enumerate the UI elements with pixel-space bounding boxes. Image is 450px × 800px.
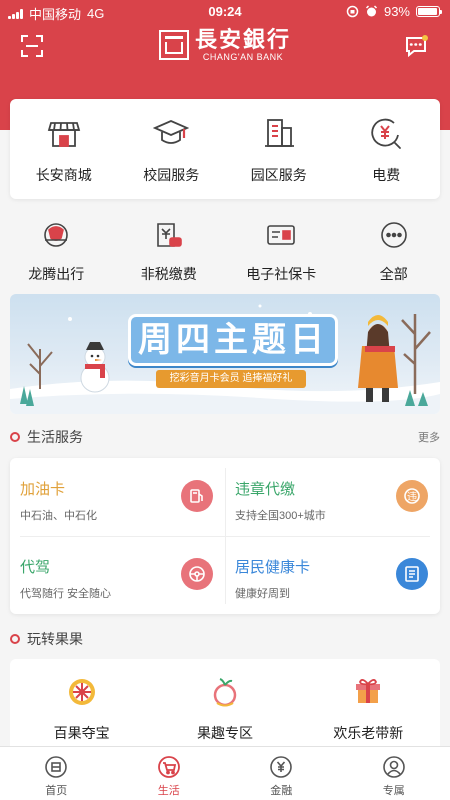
- service-tax[interactable]: 非税缴费: [113, 220, 226, 290]
- service-mall[interactable]: 长安商城: [10, 99, 118, 199]
- fruit-invite-label: 欢乐老带新: [333, 725, 404, 741]
- service-travel-label: 龙腾出行: [28, 266, 85, 282]
- fuel-card-desc: 中石油、中石化: [20, 510, 97, 522]
- tab-exclusive-label: 专属: [382, 785, 405, 797]
- tab-home-label: 首页: [45, 785, 68, 797]
- tab-life-label: 生活: [157, 785, 180, 797]
- section-dot-icon: [10, 432, 20, 442]
- fruit-zone[interactable]: 果趣专区: [153, 659, 296, 754]
- service-violation[interactable]: 违章代缴 支持全国300+城市 违: [225, 458, 440, 536]
- more-dots-icon: [380, 222, 407, 248]
- battery-percent: 93%: [383, 4, 410, 19]
- banner-subtitle: 挖彩音月卡会员 追捧福好礼: [156, 370, 306, 388]
- service-campus[interactable]: 校园服务: [118, 99, 226, 199]
- fuel-card-name: 加油卡: [20, 481, 66, 498]
- tax-payment-icon: [156, 223, 182, 247]
- service-all-label: 全部: [379, 266, 408, 282]
- prize-wheel-icon: [68, 679, 95, 705]
- service-social-security[interactable]: 电子社保卡: [225, 220, 338, 290]
- section-dot-icon: [10, 634, 20, 644]
- service-mall-label: 长安商城: [35, 167, 92, 183]
- logo-english: CHANG'AN BANK: [202, 52, 284, 62]
- service-electricity[interactable]: 电费: [333, 99, 441, 199]
- message-button[interactable]: [404, 34, 428, 58]
- life-services-header: 生活服务 更多: [10, 427, 440, 447]
- fruit-treasure-label: 百果夺宝: [53, 725, 110, 741]
- secondary-services-row: 龙腾出行 非税缴费 电子社保卡 全部: [0, 220, 450, 290]
- fruit-invite[interactable]: 欢乐老带新: [297, 659, 440, 754]
- service-park-label: 园区服务: [250, 167, 307, 183]
- bottom-tab-bar: 首页 生活 金融 专属: [0, 746, 450, 800]
- top-nav: 長安銀行 CHANG'AN BANK: [0, 26, 450, 70]
- fruit-zone-label: 果趣专区: [196, 725, 253, 741]
- fruit-icon: [213, 678, 237, 707]
- service-tax-label: 非税缴费: [140, 266, 197, 282]
- battery-icon: [416, 6, 442, 17]
- alarm-icon: [365, 5, 377, 17]
- shop-icon: [47, 122, 80, 147]
- violation-desc: 支持全国300+城市: [235, 510, 326, 522]
- building-icon: [264, 119, 294, 147]
- graduation-cap-icon: [153, 120, 190, 144]
- steering-wheel-icon: [181, 558, 213, 590]
- service-driver[interactable]: 代驾 代驾随行 安全随心: [10, 536, 225, 614]
- status-bar: 中国移动 4G 09:24 93%: [0, 0, 450, 24]
- service-social-security-label: 电子社保卡: [246, 266, 317, 282]
- fruit-treasure[interactable]: 百果夺宝: [10, 659, 153, 754]
- more-link[interactable]: 更多: [418, 429, 440, 445]
- finance-icon: [270, 756, 293, 778]
- svg-text:违: 违: [407, 491, 417, 503]
- violation-icon: 违: [396, 480, 428, 512]
- message-icon: [406, 35, 428, 58]
- service-all[interactable]: 全部: [338, 220, 450, 290]
- health-card-desc: 健康好周到: [235, 588, 290, 600]
- tab-finance-label: 金融: [270, 785, 293, 797]
- promo-banner[interactable]: 周四主题日 挖彩音月卡会员 追捧福好礼: [10, 294, 440, 414]
- life-cart-icon: [157, 756, 180, 778]
- service-electricity-label: 电费: [372, 167, 401, 183]
- violation-name: 违章代缴: [235, 481, 296, 498]
- tab-finance[interactable]: 金融: [225, 747, 338, 800]
- home-icon: [45, 756, 68, 778]
- service-health-card[interactable]: 居民健康卡 健康好周到: [225, 536, 440, 614]
- yuan-bill-icon: [371, 118, 402, 149]
- health-card-name: 居民健康卡: [235, 559, 311, 576]
- service-park[interactable]: 园区服务: [225, 99, 333, 199]
- service-fuel-card[interactable]: 加油卡 中石油、中石化: [10, 458, 225, 536]
- gift-icon: [356, 679, 381, 703]
- quick-services-card: 长安商城 校园服务 园区服务 电费: [10, 99, 440, 199]
- travel-icon: [44, 223, 69, 247]
- logo-mark-icon: [158, 30, 189, 60]
- life-services-title: 生活服务: [27, 429, 83, 445]
- logo-chinese: 長安銀行: [194, 27, 291, 53]
- fruit-section-header: 玩转果果: [10, 629, 440, 649]
- tab-home[interactable]: 首页: [0, 747, 113, 800]
- social-security-card-icon: [267, 225, 296, 245]
- rotation-lock-icon: [346, 5, 359, 18]
- tab-life[interactable]: 生活: [113, 747, 226, 800]
- health-card-icon: [396, 558, 428, 590]
- tab-exclusive[interactable]: 专属: [338, 747, 450, 800]
- fuel-pump-icon: [181, 480, 213, 512]
- profile-icon: [382, 756, 405, 778]
- bank-logo: 長安銀行 CHANG'AN BANK: [0, 28, 450, 62]
- service-campus-label: 校园服务: [143, 167, 200, 183]
- banner-title: 周四主题日: [128, 314, 338, 366]
- fruit-section-title: 玩转果果: [27, 631, 83, 647]
- life-services-card: 加油卡 中石油、中石化 违章代缴 支持全国300+城市 违 代驾 代驾随行 安全…: [10, 458, 440, 614]
- fruit-card: 百果夺宝 果趣专区 欢乐老带新: [10, 659, 440, 754]
- driver-desc: 代驾随行 安全随心: [20, 588, 112, 600]
- service-travel[interactable]: 龙腾出行: [0, 220, 113, 290]
- driver-name: 代驾: [20, 559, 51, 576]
